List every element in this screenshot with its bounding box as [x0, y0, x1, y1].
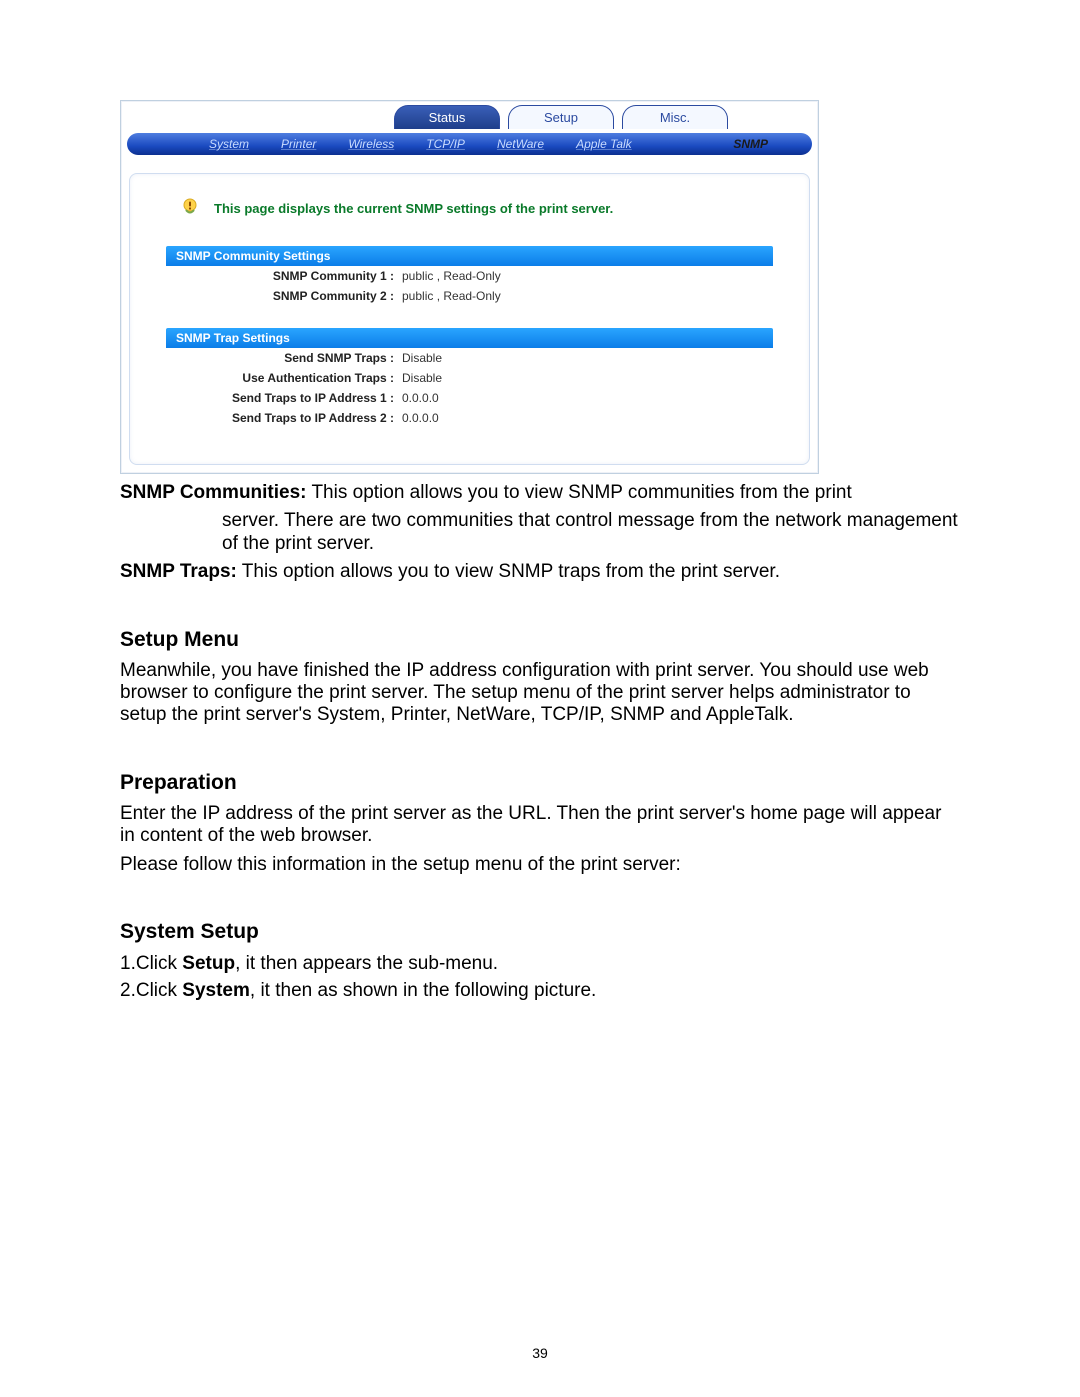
paragraph-setup-menu: Meanwhile, you have finished the IP addr…: [120, 660, 960, 727]
secondary-nav-bar: System Printer Wireless TCP/IP NetWare A…: [127, 133, 812, 155]
label-community2: SNMP Community 2 :: [166, 289, 400, 303]
table-row: Send SNMP Traps : Disable: [166, 348, 773, 368]
table-row: Send Traps to IP Address 1 : 0.0.0.0: [166, 388, 773, 408]
primary-tab-bar: Status Setup Misc.: [121, 101, 818, 133]
table-row: Use Authentication Traps : Disable: [166, 368, 773, 388]
value-trap-ip1: 0.0.0.0: [400, 391, 773, 405]
tab-status[interactable]: Status: [394, 105, 500, 129]
label-trap-ip1: Send Traps to IP Address 1 :: [166, 391, 400, 405]
paragraph-snmp-traps: SNMP Traps: This option allows you to vi…: [120, 561, 960, 583]
bold-label: SNMP Traps:: [120, 561, 237, 582]
community-table: SNMP Community 1 : public , Read-Only SN…: [166, 266, 773, 306]
value-auth-traps: Disable: [400, 371, 773, 385]
document-page: Status Setup Misc. System Printer Wirele…: [0, 0, 1080, 1397]
text-run: This option allows you to view SNMP comm…: [307, 482, 852, 503]
nav-wireless[interactable]: Wireless: [348, 137, 394, 151]
info-icon: [180, 198, 200, 218]
step-2: 2.Click System, it then as shown in the …: [120, 979, 960, 1002]
nav-printer[interactable]: Printer: [281, 137, 316, 151]
nav-netware[interactable]: NetWare: [497, 137, 544, 151]
value-community1: public , Read-Only: [400, 269, 773, 283]
table-row: SNMP Community 2 : public , Read-Only: [166, 286, 773, 306]
paragraph-snmp-communities: SNMP Communities: This option allows you…: [120, 482, 960, 504]
nav-tcpip[interactable]: TCP/IP: [426, 137, 465, 151]
table-row: SNMP Community 1 : public , Read-Only: [166, 266, 773, 286]
page-number: 39: [0, 1345, 1080, 1361]
nav-appletalk[interactable]: Apple Talk: [576, 137, 632, 151]
label-trap-ip2: Send Traps to IP Address 2 :: [166, 411, 400, 425]
content-panel: This page displays the current SNMP sett…: [129, 173, 810, 465]
table-row: Send Traps to IP Address 2 : 0.0.0.0: [166, 408, 773, 428]
section-header-community: SNMP Community Settings: [166, 246, 773, 266]
label-send-traps: Send SNMP Traps :: [166, 351, 400, 365]
snmp-status-panel: Status Setup Misc. System Printer Wirele…: [120, 100, 819, 474]
bold-label: Setup: [182, 953, 235, 974]
text-run: , it then as shown in the following pict…: [250, 980, 596, 1001]
label-community1: SNMP Community 1 :: [166, 269, 400, 283]
trap-table: Send SNMP Traps : Disable Use Authentica…: [166, 348, 773, 428]
label-auth-traps: Use Authentication Traps :: [166, 371, 400, 385]
tab-setup[interactable]: Setup: [508, 105, 614, 129]
nav-snmp[interactable]: SNMP: [733, 137, 768, 151]
paragraph-snmp-communities-cont: server. There are two communities that c…: [120, 510, 960, 555]
bold-label: System: [182, 980, 250, 1001]
section-header-trap: SNMP Trap Settings: [166, 328, 773, 348]
text-run: This option allows you to view SNMP trap…: [237, 561, 780, 582]
text-run: , it then appears the sub-menu.: [235, 953, 498, 974]
text-run: 2.Click: [120, 980, 182, 1001]
heading-setup-menu: Setup Menu: [120, 628, 960, 652]
heading-system-setup: System Setup: [120, 920, 960, 944]
value-trap-ip2: 0.0.0.0: [400, 411, 773, 425]
nav-system[interactable]: System: [209, 137, 249, 151]
value-community2: public , Read-Only: [400, 289, 773, 303]
step-1: 1.Click Setup, it then appears the sub-m…: [120, 952, 960, 975]
page-description: This page displays the current SNMP sett…: [214, 201, 613, 216]
paragraph-preparation-2: Please follow this information in the se…: [120, 854, 960, 876]
value-send-traps: Disable: [400, 351, 773, 365]
heading-preparation: Preparation: [120, 771, 960, 795]
tab-misc[interactable]: Misc.: [622, 105, 728, 129]
bold-label: SNMP Communities:: [120, 482, 307, 503]
page-description-row: This page displays the current SNMP sett…: [180, 198, 773, 218]
text-run: 1.Click: [120, 953, 182, 974]
paragraph-preparation-1: Enter the IP address of the print server…: [120, 803, 960, 848]
